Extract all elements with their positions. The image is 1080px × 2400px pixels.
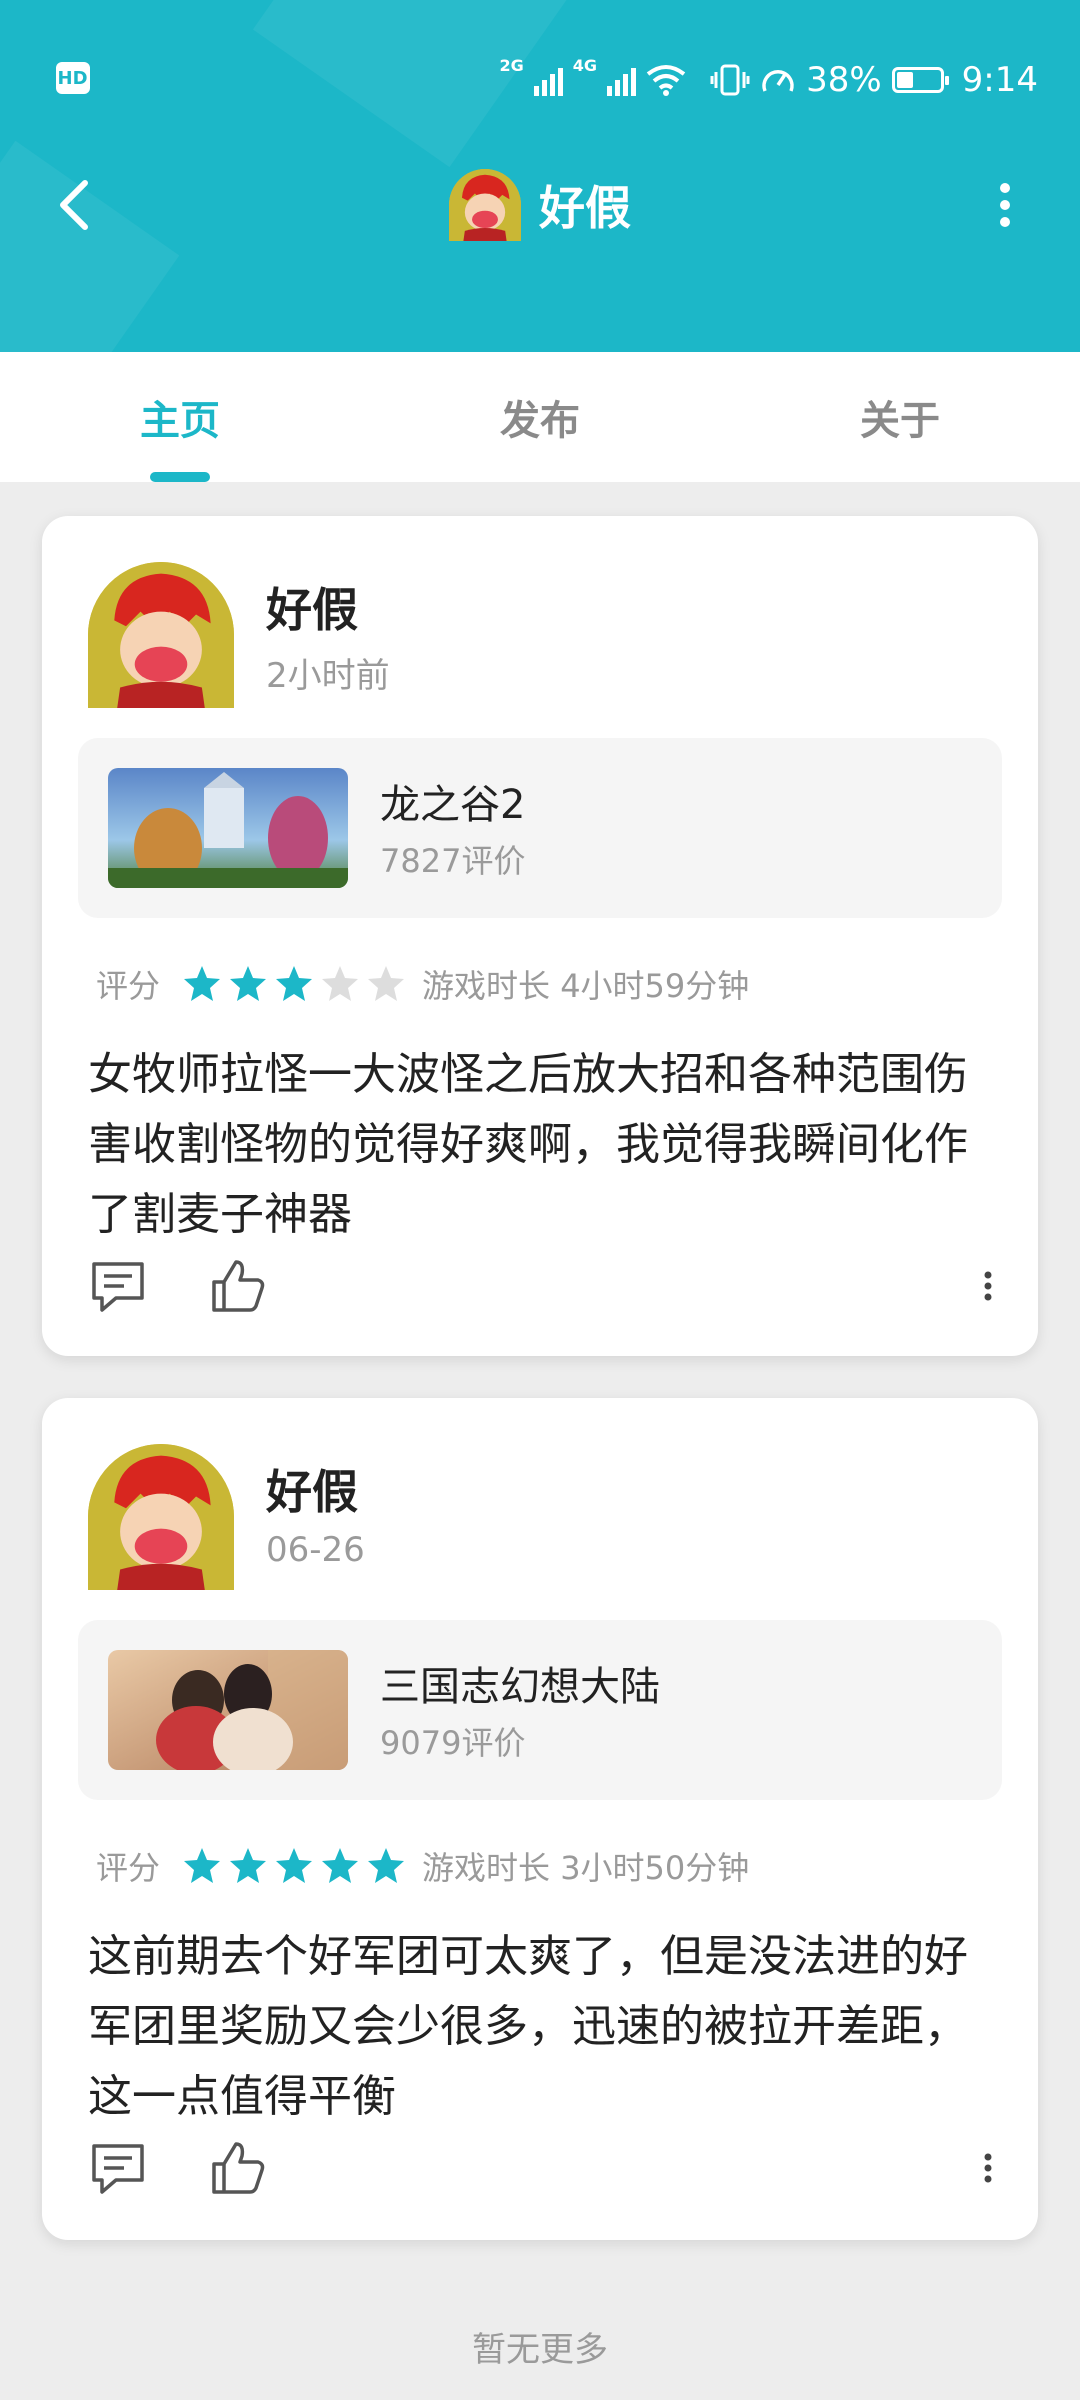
tab-label: 关于 <box>860 398 940 444</box>
avatar[interactable] <box>88 562 234 708</box>
more-vertical-icon <box>984 2153 992 2183</box>
game-link[interactable]: 龙之谷2 7827评价 <box>78 738 1002 918</box>
post-time: 2小时前 <box>266 656 390 696</box>
network-2g-label: 2G <box>499 56 524 75</box>
tab-indicator <box>150 472 210 482</box>
post-time: 06-26 <box>266 1530 365 1570</box>
profile-header: HD 2G 4G 38% 9:14 好假 <box>0 0 1080 352</box>
star-filled-icon <box>368 1848 405 1883</box>
review-card[interactable]: 好假 06-26 三国志幻想大陆 9079评价 评分 游戏时长 3小时50分钟 … <box>42 1398 1038 2240</box>
review-card[interactable]: 好假 2小时前 龙之谷2 7827评价 评分 游戏时长 4小时59分钟 女牧师拉… <box>42 516 1038 1356</box>
star-filled-icon <box>322 1848 359 1883</box>
tab-about[interactable]: 关于 <box>720 352 1080 482</box>
review-text: 这前期去个好军团可太爽了，但是没法进的好军团里奖励又会少很多，迅速的被拉开差距，… <box>88 1931 968 2122</box>
game-review-count: 7827评价 <box>380 842 526 880</box>
game-thumbnail <box>108 1650 348 1770</box>
star-filled-icon <box>184 1848 221 1883</box>
avatar[interactable] <box>449 169 521 241</box>
game-thumbnail <box>108 768 348 888</box>
hd-call-icon: HD <box>55 62 90 94</box>
star-empty-icon <box>322 966 359 1001</box>
network-4g-label: 4G <box>572 56 598 75</box>
more-options-button[interactable] <box>970 170 1040 240</box>
tab-home[interactable]: 主页 <box>0 352 360 482</box>
star-filled-icon <box>230 966 267 1001</box>
username[interactable]: 好假 <box>266 1456 358 1522</box>
star-empty-icon <box>368 966 405 1001</box>
battery-fill <box>896 72 913 88</box>
card-more-button[interactable] <box>968 1266 1008 1306</box>
battery-icon <box>891 67 949 93</box>
rating-label: 评分 <box>96 1849 161 1887</box>
rating-label: 评分 <box>96 967 161 1005</box>
nav-title: 好假 <box>0 160 1080 250</box>
tab-label: 发布 <box>500 398 580 444</box>
status-bar: HD 2G 4G 38% 9:14 <box>55 48 1038 112</box>
vibrate-icon <box>710 64 750 96</box>
game-title: 三国志幻想大陆 <box>380 1664 660 1710</box>
thumbs-up-icon[interactable] <box>208 1256 268 1316</box>
playtime: 游戏时长 3小时50分钟 <box>422 1849 750 1887</box>
speedometer-icon <box>762 70 794 92</box>
profile-tabs: 主页 发布 关于 <box>0 352 1080 482</box>
thumbs-up-icon[interactable] <box>208 2138 268 2198</box>
rating-row: 评分 游戏时长 4小时59分钟 <box>96 956 749 1012</box>
game-review-count: 9079评价 <box>380 1724 526 1762</box>
signal-icon <box>533 64 563 96</box>
comment-icon[interactable] <box>88 1256 148 1316</box>
review-actions <box>88 1256 1008 1326</box>
review-actions <box>88 2138 1008 2208</box>
game-title: 龙之谷2 <box>380 782 526 828</box>
more-vertical-icon <box>984 1271 992 1301</box>
card-more-button[interactable] <box>968 2148 1008 2188</box>
tab-label: 主页 <box>140 398 220 444</box>
top-nav: 好假 <box>0 160 1080 250</box>
username[interactable]: 好假 <box>266 574 358 640</box>
rating-row: 评分 游戏时长 3小时50分钟 <box>96 1838 749 1894</box>
comment-icon[interactable] <box>88 2138 148 2198</box>
no-more-label: 暂无更多 <box>472 2330 608 2370</box>
wifi-icon <box>646 65 686 96</box>
star-filled-icon <box>230 1848 267 1883</box>
battery-percent: 38% <box>806 60 882 100</box>
playtime: 游戏时长 4小时59分钟 <box>422 967 750 1005</box>
signal-icon <box>607 64 637 96</box>
star-filled-icon <box>276 966 313 1001</box>
more-vertical-icon <box>1000 183 1010 227</box>
game-link[interactable]: 三国志幻想大陆 9079评价 <box>78 1620 1002 1800</box>
avatar[interactable] <box>88 1444 234 1590</box>
tab-posts[interactable]: 发布 <box>360 352 720 482</box>
star-rating <box>182 1846 406 1886</box>
clock: 9:14 <box>961 60 1038 100</box>
star-filled-icon <box>184 966 221 1001</box>
nav-title-text: 好假 <box>539 181 631 235</box>
star-rating <box>182 964 406 1004</box>
review-text: 女牧师拉怪一大波怪之后放大招和各种范围伤害收割怪物的觉得好爽啊，我觉得我瞬间化作… <box>88 1049 968 1240</box>
star-filled-icon <box>276 1848 313 1883</box>
